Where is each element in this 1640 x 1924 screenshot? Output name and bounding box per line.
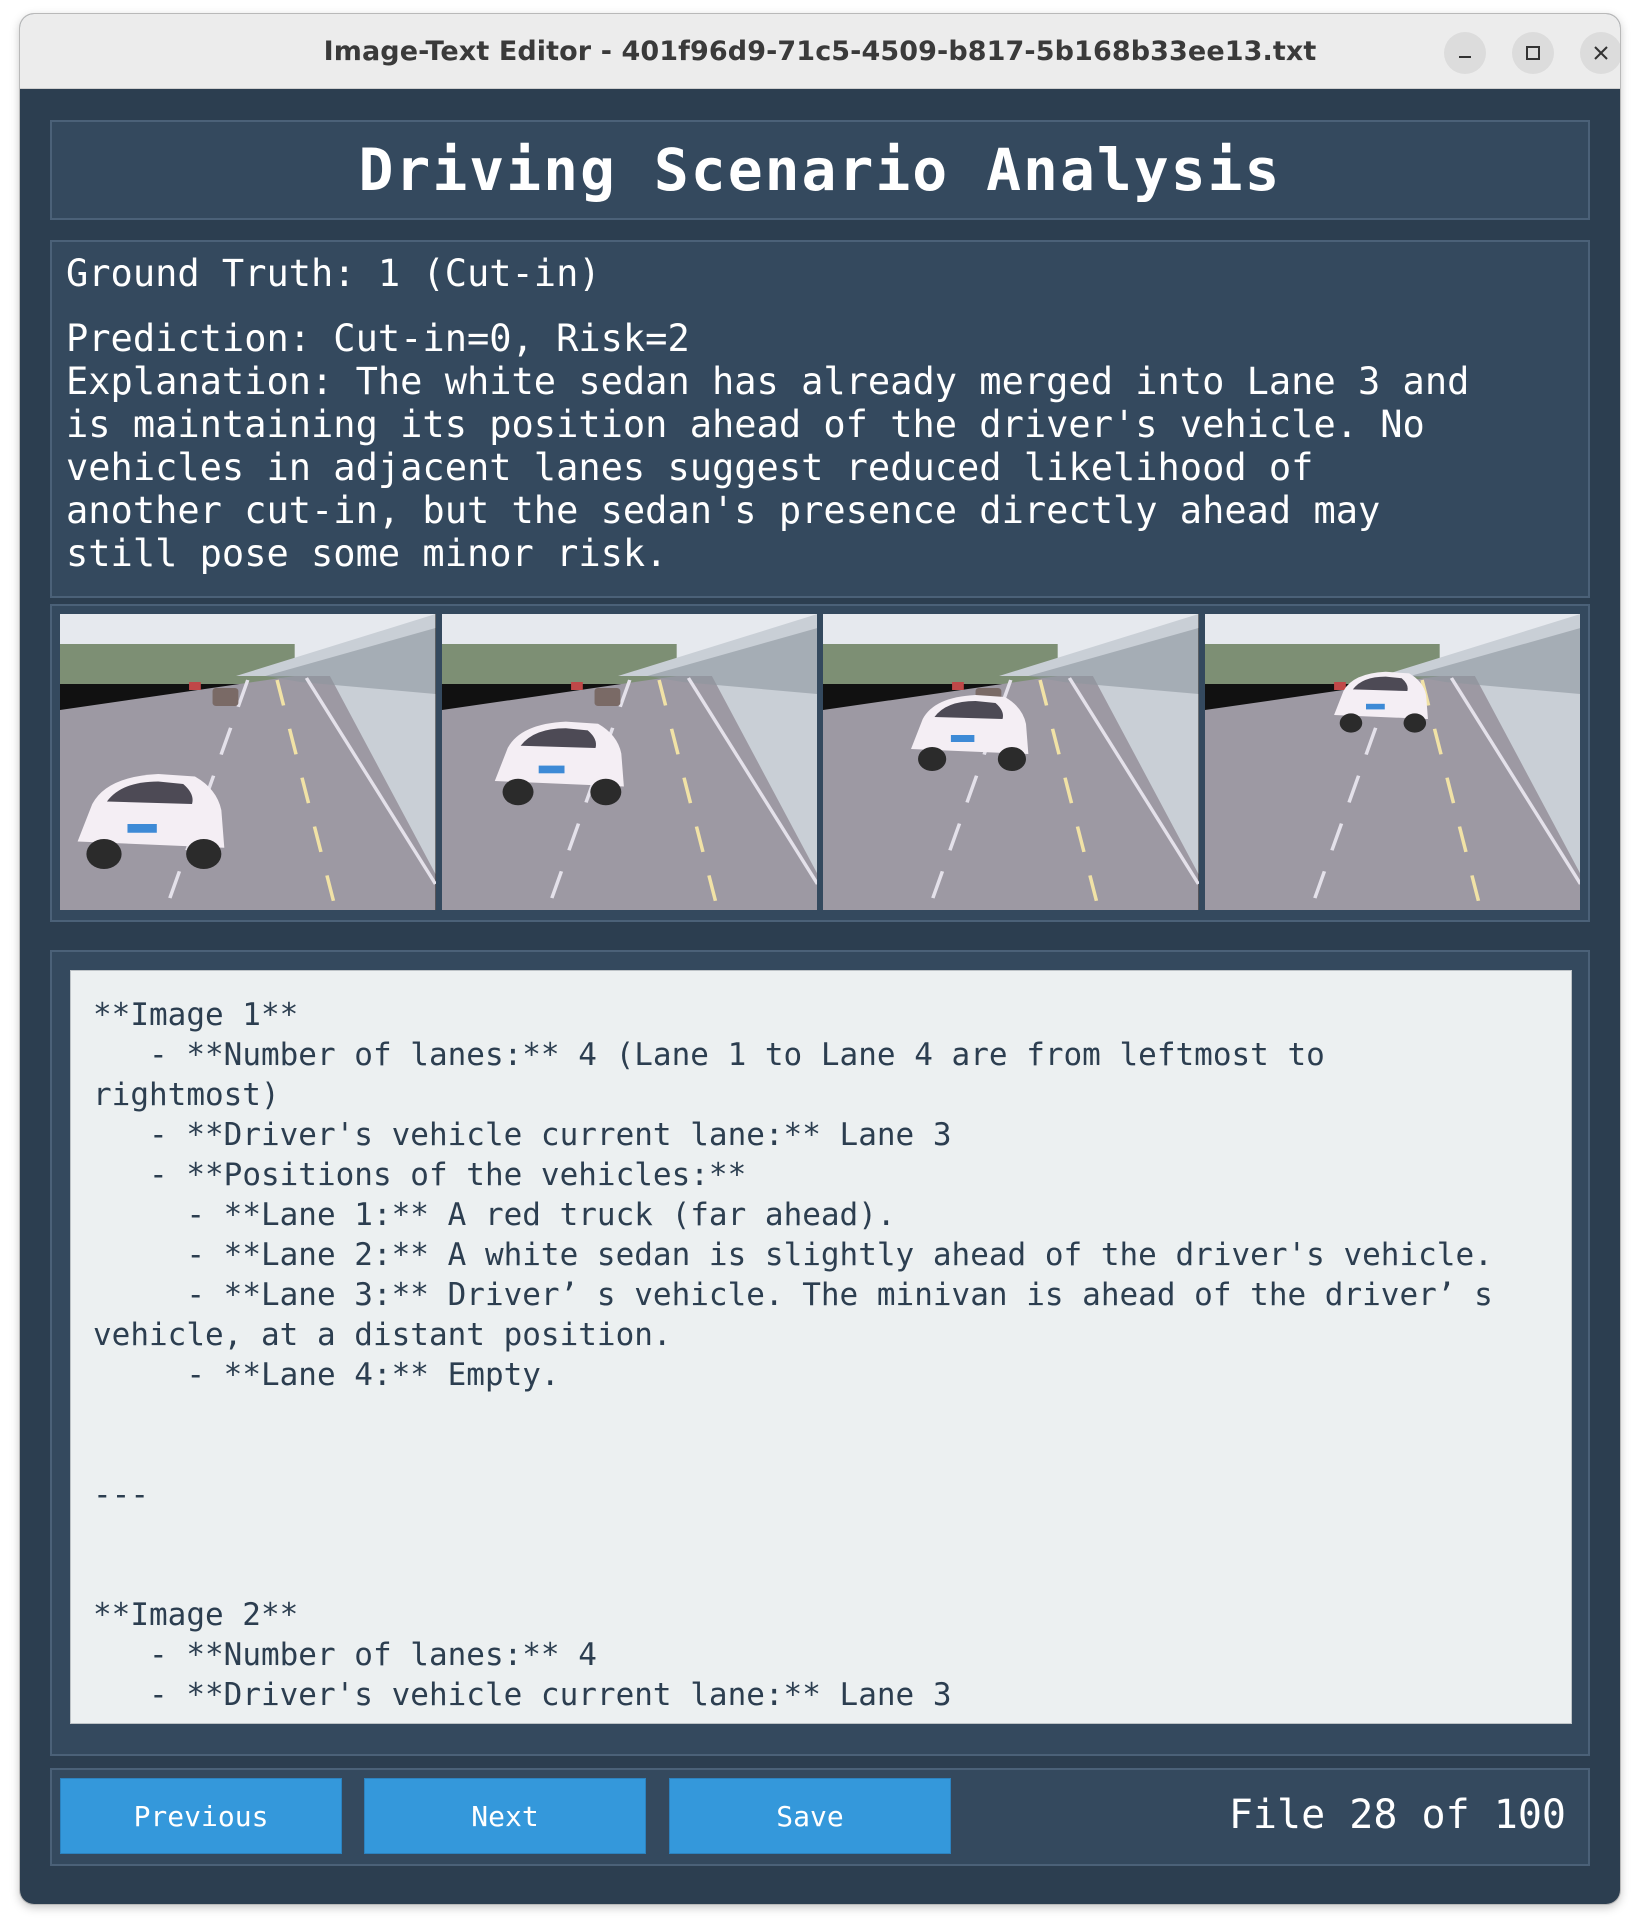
- footer-panel: Previous Next Save File 28 of 100: [50, 1768, 1590, 1866]
- page-title: Driving Scenario Analysis: [358, 136, 1282, 204]
- minimize-icon: [1459, 56, 1471, 58]
- previous-button[interactable]: Previous: [60, 1778, 342, 1854]
- header-panel: Driving Scenario Analysis: [50, 120, 1590, 220]
- title-bar[interactable]: Image-Text Editor - 401f96d9-71c5-4509-b…: [20, 14, 1620, 89]
- editor-panel: **Image 1** - **Number of lanes:** 4 (La…: [50, 950, 1590, 1756]
- dashcam-frame-2: [441, 614, 817, 910]
- close-button[interactable]: [1580, 32, 1620, 74]
- image-strip: [52, 606, 1588, 918]
- dashcam-frame-3: [823, 614, 1199, 910]
- save-button[interactable]: Save: [669, 1778, 951, 1854]
- annotation-text-editor[interactable]: **Image 1** - **Number of lanes:** 4 (La…: [70, 970, 1572, 1724]
- file-counter: File 28 of 100: [1228, 1792, 1566, 1838]
- dashcam-frame-4: [1204, 614, 1580, 910]
- close-icon: [1594, 46, 1608, 60]
- window-title: Image-Text Editor - 401f96d9-71c5-4509-b…: [323, 36, 1317, 67]
- next-button[interactable]: Next: [364, 1778, 646, 1854]
- maximize-button[interactable]: [1512, 32, 1554, 74]
- info-panel: Ground Truth: 1 (Cut-in) Prediction: Cut…: [50, 240, 1590, 598]
- prediction-label: Prediction: Cut-in=0, Risk=2: [66, 317, 690, 360]
- maximize-icon: [1526, 46, 1540, 60]
- dashcam-frame-1: [60, 614, 436, 910]
- explanation-text: Explanation: The white sedan has already…: [66, 360, 1470, 575]
- app-window: Image-Text Editor - 401f96d9-71c5-4509-b…: [20, 14, 1620, 1904]
- minimize-button[interactable]: [1444, 32, 1486, 74]
- image-strip-panel: [50, 604, 1590, 922]
- ground-truth-label: Ground Truth: 1 (Cut-in): [66, 252, 601, 295]
